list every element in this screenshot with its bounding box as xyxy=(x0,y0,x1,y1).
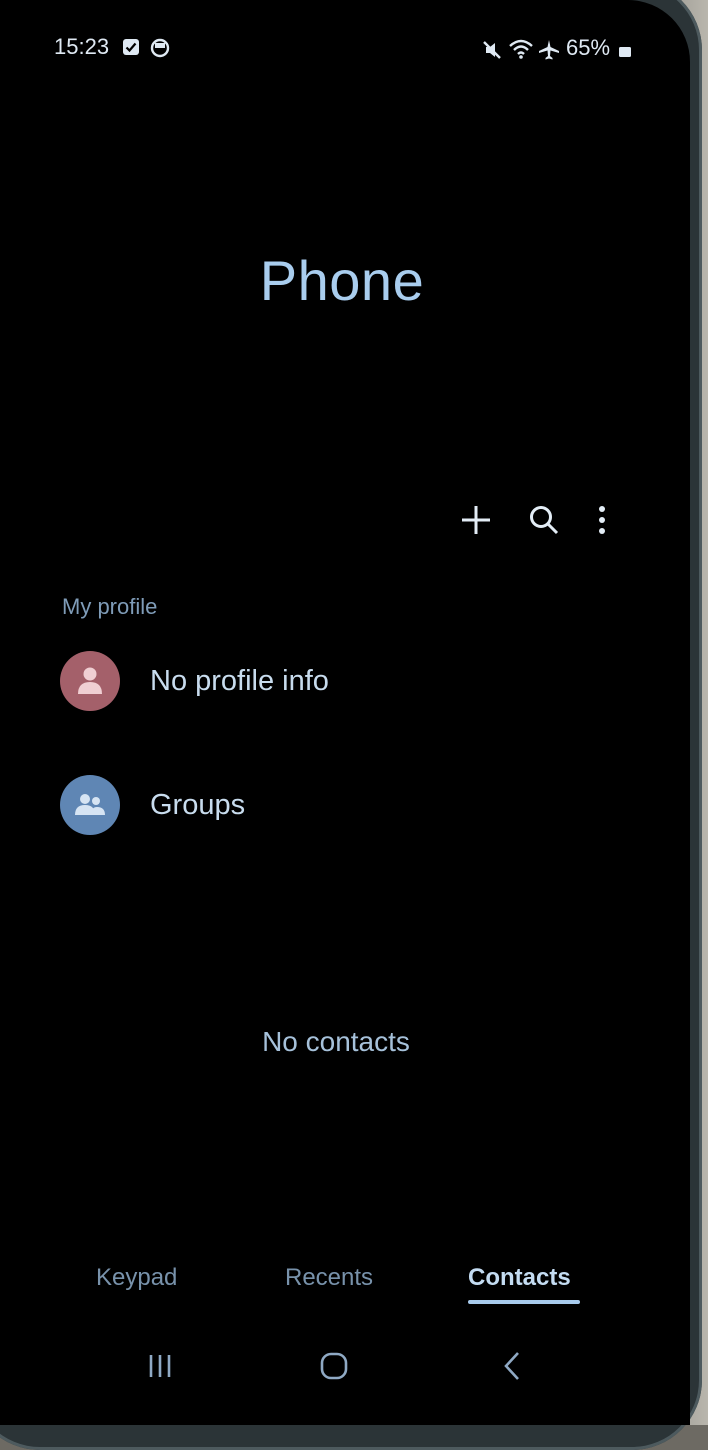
status-time: 15:23 xyxy=(54,34,110,59)
my-profile-heading: My profile xyxy=(62,594,158,619)
mute-icon xyxy=(483,41,501,59)
active-tab-indicator xyxy=(468,1300,580,1304)
phone-screen: 15:23 65% Phone My profile No profile in… xyxy=(0,0,690,1425)
groups-label: Groups xyxy=(150,788,246,821)
tab-contacts[interactable]: Contacts xyxy=(468,1264,571,1292)
plus-icon xyxy=(462,506,490,534)
search-button[interactable] xyxy=(524,500,564,540)
more-vert-icon xyxy=(599,506,605,534)
my-profile-row[interactable]: No profile info xyxy=(60,650,660,712)
search-icon xyxy=(530,506,559,535)
home-icon xyxy=(320,1352,348,1380)
groups-icon xyxy=(75,794,105,815)
wifi-icon xyxy=(509,39,533,59)
more-options-button[interactable] xyxy=(582,500,622,540)
airplane-icon xyxy=(539,40,559,60)
profile-info-label: No profile info xyxy=(150,664,329,697)
tab-recents[interactable]: Recents xyxy=(285,1264,373,1292)
page-title: Phone xyxy=(259,249,425,312)
tab-keypad[interactable]: Keypad xyxy=(96,1264,177,1292)
no-contacts-message: No contacts xyxy=(262,1026,410,1057)
battery-icon xyxy=(619,47,631,57)
battery-percent: 65% xyxy=(566,35,611,60)
person-icon xyxy=(78,667,102,694)
status-bar: 15:23 65% xyxy=(0,30,690,66)
groups-avatar xyxy=(60,775,120,835)
back-icon xyxy=(504,1352,519,1380)
back-button[interactable] xyxy=(490,1346,534,1386)
recent-apps-icon xyxy=(149,1355,171,1377)
profile-avatar xyxy=(60,651,120,711)
messenger-icon xyxy=(150,38,170,58)
recent-apps-button[interactable] xyxy=(138,1346,182,1386)
home-button[interactable] xyxy=(312,1346,356,1386)
groups-row[interactable]: Groups xyxy=(60,774,660,836)
task-check-icon xyxy=(123,39,139,55)
add-contact-button[interactable] xyxy=(456,500,496,540)
